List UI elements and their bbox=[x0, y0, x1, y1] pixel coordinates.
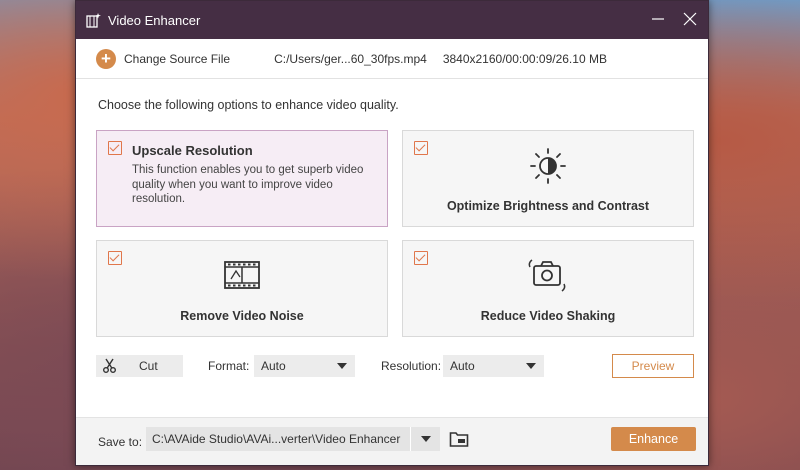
tool-row: Cut Format: Auto Resolution: Auto Previe… bbox=[76, 354, 708, 378]
brightness-icon bbox=[530, 148, 566, 184]
format-select[interactable]: Auto bbox=[254, 355, 355, 377]
option-upscale-resolution[interactable]: Upscale Resolution This function enables… bbox=[96, 130, 388, 227]
titlebar: Video Enhancer bbox=[76, 1, 708, 39]
chevron-down-icon bbox=[337, 363, 347, 369]
resolution-value: Auto bbox=[450, 359, 475, 373]
video-enhancer-window: Video Enhancer + Change Source File C:/U… bbox=[75, 0, 709, 466]
option-title: Optimize Brightness and Contrast bbox=[446, 199, 650, 213]
format-label: Format: bbox=[208, 359, 250, 373]
window-title: Video Enhancer bbox=[108, 12, 201, 28]
resolution-label: Resolution: bbox=[381, 359, 442, 373]
minimize-icon[interactable] bbox=[650, 11, 666, 27]
format-value: Auto bbox=[261, 359, 286, 373]
option-reduce-shaking[interactable]: Reduce Video Shaking bbox=[402, 240, 694, 337]
folder-icon[interactable] bbox=[449, 430, 469, 448]
save-path-field[interactable]: C:\AVAide Studio\AVAi...verter\Video Enh… bbox=[146, 427, 440, 451]
instruction-text: Choose the following options to enhance … bbox=[98, 98, 399, 112]
cut-button[interactable]: Cut bbox=[96, 355, 183, 377]
resolution-select[interactable]: Auto bbox=[443, 355, 544, 377]
enhance-button[interactable]: Enhance bbox=[611, 427, 696, 451]
change-source-label: Change Source File bbox=[124, 51, 231, 66]
close-icon[interactable] bbox=[682, 11, 698, 27]
option-optimize-brightness[interactable]: Optimize Brightness and Contrast bbox=[402, 130, 694, 227]
option-title: Upscale Resolution bbox=[132, 143, 253, 158]
option-description: This function enables you to get superb … bbox=[132, 164, 364, 205]
main-content: Choose the following options to enhance … bbox=[76, 79, 708, 417]
option-title: Reduce Video Shaking bbox=[480, 309, 616, 323]
source-file-path: C:/Users/ger...60_30fps.mp4 bbox=[274, 51, 427, 66]
save-to-label: Save to: bbox=[98, 435, 143, 449]
chevron-down-icon bbox=[526, 363, 536, 369]
upscale-checkbox[interactable] bbox=[108, 141, 122, 155]
change-source-button[interactable]: + Change Source File bbox=[96, 48, 231, 69]
source-file-info: 3840x2160/00:00:09/26.10 MB bbox=[442, 51, 607, 66]
save-path-dropdown[interactable] bbox=[410, 427, 440, 451]
save-path-value: C:\AVAide Studio\AVAi...verter\Video Enh… bbox=[152, 432, 401, 446]
option-remove-noise[interactable]: Remove Video Noise bbox=[96, 240, 388, 337]
cut-label: Cut bbox=[139, 359, 158, 373]
scissors-icon bbox=[103, 358, 116, 373]
plus-icon: + bbox=[96, 48, 116, 69]
option-title: Remove Video Noise bbox=[180, 309, 304, 323]
film-icon bbox=[224, 261, 260, 289]
preview-button[interactable]: Preview bbox=[612, 354, 694, 378]
app-icon bbox=[86, 13, 101, 28]
footer: Save to: C:\AVAide Studio\AVAi...verter\… bbox=[76, 417, 708, 465]
source-bar: + Change Source File C:/Users/ger...60_3… bbox=[76, 39, 708, 79]
camera-shake-icon bbox=[528, 259, 566, 292]
